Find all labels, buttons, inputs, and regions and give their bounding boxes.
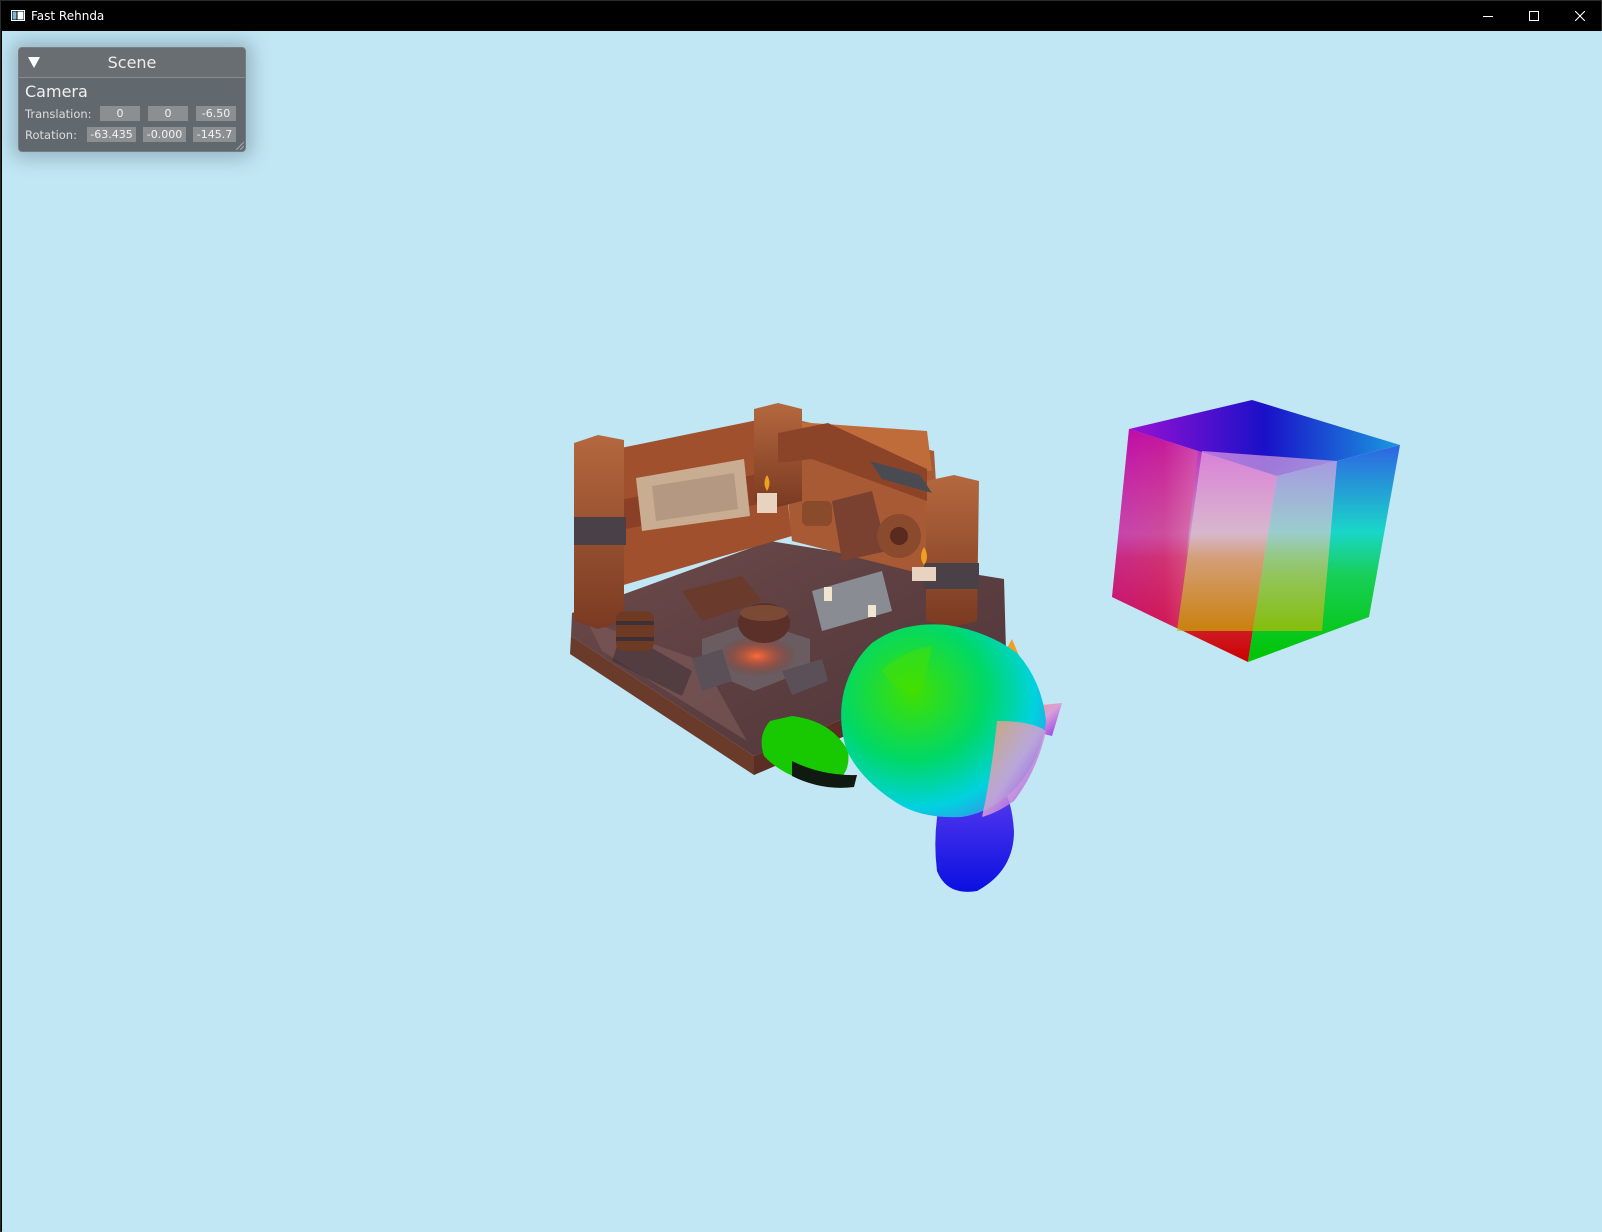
rotation-x-field[interactable]: -63.435: [87, 127, 136, 142]
title-bar[interactable]: Fast Rehnda: [1, 1, 1601, 31]
translation-label: Translation:: [25, 107, 92, 121]
translation-y-field[interactable]: 0: [148, 106, 188, 121]
scene-panel-title-bar[interactable]: Scene: [19, 48, 245, 78]
minimize-button[interactable]: [1465, 1, 1511, 31]
rotation-y-field[interactable]: -0.000: [143, 127, 186, 142]
rotation-label: Rotation:: [25, 128, 77, 142]
translation-x-field[interactable]: 0: [100, 106, 140, 121]
maximize-button[interactable]: [1511, 1, 1557, 31]
close-button[interactable]: [1557, 1, 1602, 31]
camera-section-header: Camera: [25, 82, 88, 101]
close-icon: [1575, 11, 1585, 21]
app-window: Fast Rehnda Scene Camera Translation: 0 …: [0, 0, 1602, 1232]
scene-panel[interactable]: Scene Camera Translation: 0 0 -6.50 Rota…: [18, 47, 246, 152]
maximize-icon: [1529, 11, 1539, 21]
rgb-cube-model: [1112, 400, 1400, 662]
minimize-icon: [1483, 16, 1493, 17]
scene-panel-title: Scene: [107, 53, 157, 72]
translation-z-field[interactable]: -6.50: [196, 106, 236, 121]
window-app-icon: [11, 10, 25, 21]
render-viewport[interactable]: Scene Camera Translation: 0 0 -6.50 Rota…: [2, 31, 1602, 1232]
rotation-z-field[interactable]: -145.7: [193, 127, 236, 142]
window-title: Fast Rehnda: [31, 9, 105, 23]
scene-render: [570, 400, 1400, 892]
resize-grip-icon[interactable]: [234, 140, 244, 150]
